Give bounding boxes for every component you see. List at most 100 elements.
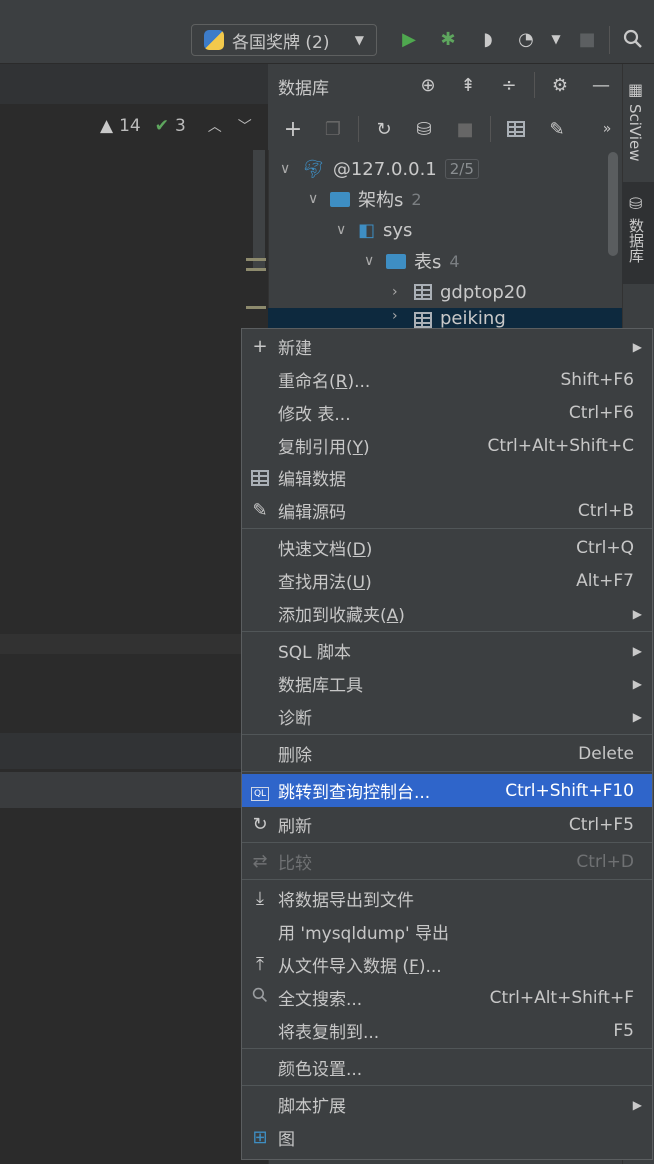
inspection-widget[interactable]: ▲ 14 ✔ 3 ︿ ﹀	[100, 116, 252, 136]
coverage-icon[interactable]: ◗	[477, 28, 499, 50]
menu-item-color-settings[interactable]: 颜色设置...	[242, 1051, 652, 1084]
run-configuration-selector[interactable]: 各国奖牌 (2) ▼	[191, 24, 377, 56]
menu-item-label: 将表复制到...	[278, 1023, 380, 1043]
editor-scrollbar[interactable]	[253, 150, 265, 270]
folder-icon	[330, 191, 350, 207]
menu-item-sql-scripts[interactable]: SQL 脚本 ▶	[242, 634, 652, 667]
tab-database[interactable]: 数据库	[626, 218, 647, 263]
profile-dropdown-icon[interactable]: ▼	[545, 28, 567, 50]
tree-item-tables[interactable]: ∨ 表s 4	[364, 246, 460, 276]
menu-item-diagnose[interactable]: 诊断 ▶	[242, 700, 652, 733]
menu-item-diagram[interactable]: ⊞ 图	[242, 1121, 652, 1154]
chevron-down-icon: ▼	[354, 33, 364, 47]
menu-item-script-extensions[interactable]: 脚本扩展 ▶	[242, 1088, 652, 1121]
stop-icon[interactable]: ■	[576, 28, 598, 50]
shortcut-label: Ctrl+F5	[568, 814, 634, 835]
menu-item-full-text-search[interactable]: 全文搜索... Ctrl+Alt+Shift+F	[242, 981, 652, 1014]
schemas-count: 2	[411, 189, 422, 209]
chevron-down-icon: ∨	[280, 161, 291, 177]
menu-item-label: 将数据导出到文件	[278, 891, 414, 911]
editor-inspection-strip	[0, 64, 268, 104]
title-bar	[0, 0, 654, 14]
duplicate-icon[interactable]: ❐	[322, 118, 344, 140]
run-icon[interactable]: ▶	[398, 28, 420, 50]
scroll-marker	[246, 306, 266, 309]
menu-item-export-to-file[interactable]: ⤓ 将数据导出到文件	[242, 882, 652, 915]
menu-item-find-usages[interactable]: 查找用法(U) Alt+F7	[242, 564, 652, 597]
profile-icon[interactable]: ◔	[515, 28, 537, 50]
menu-item-compare[interactable]: ⇄ 比较 Ctrl+D	[242, 845, 652, 878]
menu-item-copy-table-to[interactable]: 将表复制到... F5	[242, 1014, 652, 1047]
submenu-arrow-icon: ▶	[632, 606, 642, 621]
schema-sync-icon[interactable]: ⛁	[413, 118, 435, 140]
gear-icon[interactable]: ⚙	[549, 74, 571, 96]
menu-item-database-tools[interactable]: 数据库工具 ▶	[242, 667, 652, 700]
table-icon	[414, 312, 432, 328]
add-icon[interactable]: +	[282, 117, 304, 142]
locate-icon[interactable]: ⊕	[417, 74, 439, 96]
schema-label: sys	[383, 219, 413, 241]
warning-icon: ▲	[100, 116, 114, 136]
tab-sciview[interactable]: SciView	[626, 104, 644, 162]
code-editor[interactable]	[0, 64, 268, 1164]
compare-icon: ⇄	[252, 851, 268, 872]
database-panel-title: 数据库	[278, 79, 329, 99]
menu-item-label: 重命名(R)...	[278, 372, 371, 392]
table-label: gdptop20	[440, 281, 527, 303]
tree-item-table-selected[interactable]: › peiking	[392, 308, 506, 328]
menu-item-label: 从文件导入数据 (F)...	[278, 957, 442, 977]
menu-item-label: 新建	[278, 339, 312, 359]
expand-all-icon[interactable]: ⇞	[457, 74, 479, 96]
shortcut-label: Delete	[578, 743, 634, 764]
menu-separator	[242, 879, 652, 880]
menu-item-label: 添加到收藏夹(A)	[278, 606, 405, 626]
menu-item-new[interactable]: + 新建 ▶	[242, 330, 652, 363]
python-icon	[204, 30, 224, 50]
pencil-icon: ✎	[252, 500, 268, 521]
chevron-down-icon: ∨	[308, 191, 319, 207]
menu-item-quick-doc[interactable]: 快速文档(D) Ctrl+Q	[242, 531, 652, 564]
search-icon[interactable]	[622, 28, 644, 50]
menu-item-import-from-file[interactable]: ⤒ 从文件导入数据 (F)...	[242, 948, 652, 981]
tree-item-schemas[interactable]: ∨ 架构s 2	[308, 184, 422, 214]
menu-item-label: 全文搜索...	[278, 990, 363, 1010]
plus-icon: +	[252, 336, 268, 357]
schemas-label: 架构s	[358, 190, 404, 211]
menu-item-refresh[interactable]: ↻ 刷新 Ctrl+F5	[242, 808, 652, 841]
menu-item-edit-source[interactable]: ✎ 编辑源码 Ctrl+B	[242, 494, 652, 527]
menu-item-copy-reference[interactable]: 复制引用(Y) Ctrl+Alt+Shift+C	[242, 429, 652, 462]
menu-item-add-to-favorites[interactable]: 添加到收藏夹(A) ▶	[242, 597, 652, 630]
submenu-arrow-icon: ▶	[632, 709, 642, 724]
minimize-icon[interactable]: —	[590, 74, 612, 96]
shortcut-label: Ctrl+Q	[576, 537, 634, 558]
tree-scrollbar[interactable]	[608, 152, 618, 256]
editor-line-highlight	[0, 772, 242, 808]
menu-item-label: 颜色设置...	[278, 1060, 363, 1080]
edit-icon[interactable]: ✎	[546, 118, 568, 140]
menu-item-modify-table[interactable]: 修改 表... Ctrl+F6	[242, 396, 652, 429]
menu-item-jump-to-console[interactable]: QL 跳转到查询控制台... Ctrl+Shift+F10	[242, 774, 652, 807]
refresh-icon[interactable]: ↻	[373, 118, 395, 140]
debug-icon[interactable]: ✱	[437, 28, 459, 50]
tree-item-host[interactable]: ∨ 🐬︎ @127.0.0.1 2/5	[280, 154, 479, 184]
stop-icon[interactable]: ■	[454, 118, 476, 140]
chevron-right-icon: ›	[392, 284, 398, 300]
editor-line-highlight	[0, 634, 242, 654]
menu-item-label: 脚本扩展	[278, 1097, 346, 1117]
more-icon[interactable]: »	[596, 118, 618, 140]
toolbar-divider	[609, 26, 610, 54]
menu-item-label: 编辑数据	[278, 470, 346, 490]
menu-item-label: 比较	[278, 854, 312, 874]
menu-item-rename[interactable]: 重命名(R)... Shift+F6	[242, 363, 652, 396]
table-editor-icon[interactable]	[505, 118, 527, 140]
collapse-all-icon[interactable]: ÷	[498, 74, 520, 96]
next-highlight-icon[interactable]: ﹀	[238, 116, 252, 136]
tree-item-table[interactable]: › gdptop20	[392, 277, 527, 307]
tree-item-schema-sys[interactable]: ∨ ◧ sys	[336, 215, 412, 245]
menu-item-mysqldump-export[interactable]: 用 'mysqldump' 导出	[242, 915, 652, 948]
menu-item-label: 删除	[278, 746, 312, 766]
menu-item-edit-data[interactable]: 编辑数据	[242, 461, 652, 494]
menu-item-label: 复制引用(Y)	[278, 438, 370, 458]
previous-highlight-icon[interactable]: ︿	[208, 116, 222, 136]
menu-item-delete[interactable]: 删除 Delete	[242, 737, 652, 770]
